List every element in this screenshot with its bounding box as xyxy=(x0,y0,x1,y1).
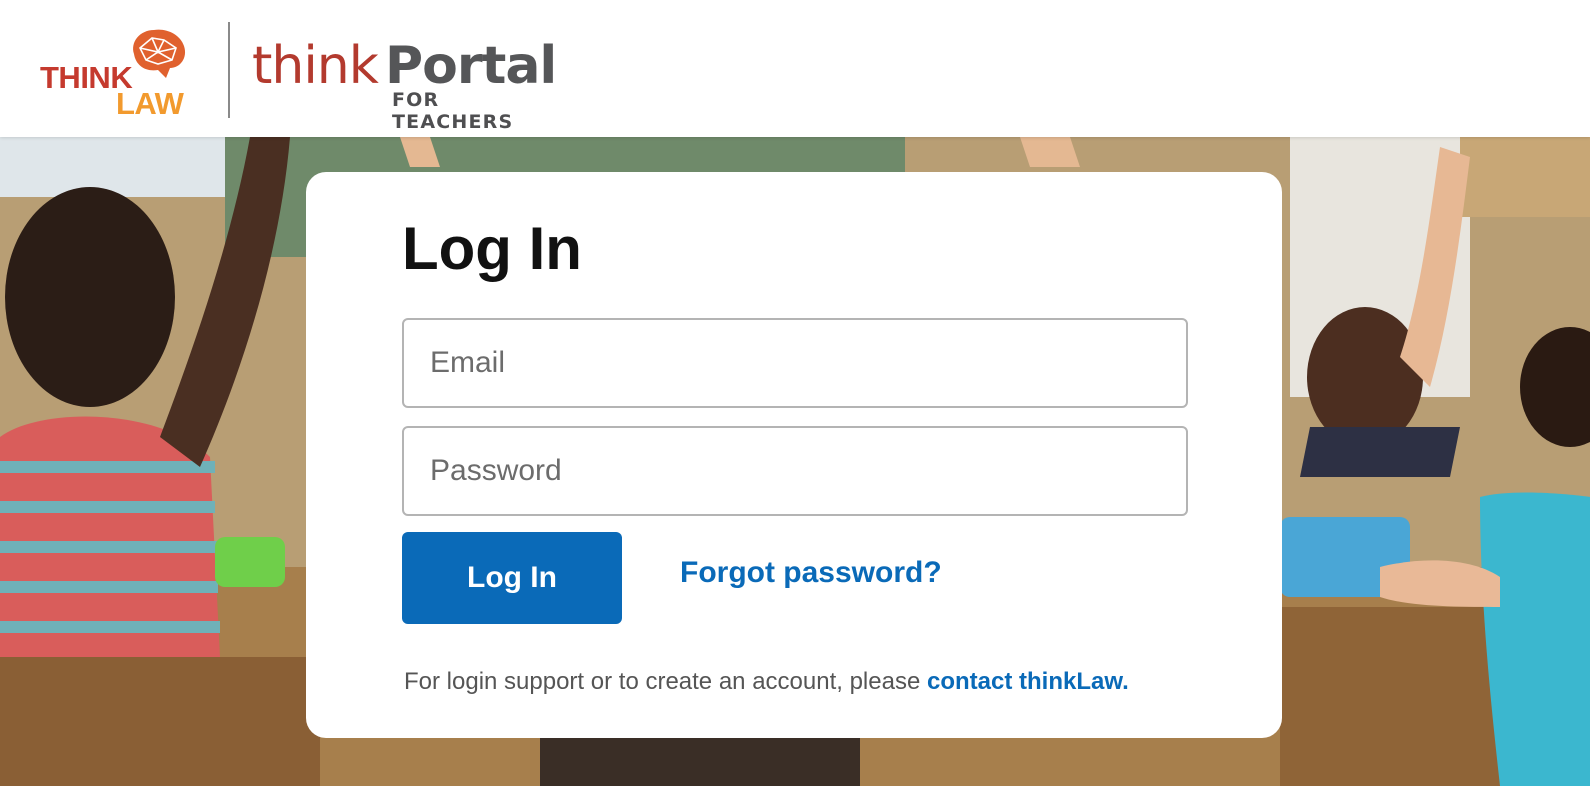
header-divider xyxy=(228,22,230,118)
site-header: THINK LAW think Portal FOR TEACHERS xyxy=(0,0,1590,137)
support-text: For login support or to create an accoun… xyxy=(404,668,927,695)
thinklaw-logo[interactable]: THINK LAW xyxy=(40,26,190,121)
portal-portal-text: Portal xyxy=(385,36,557,96)
thinkportal-logo[interactable]: think Portal FOR TEACHERS xyxy=(252,36,557,133)
portal-subtitle: FOR TEACHERS xyxy=(392,89,514,133)
logo-law-text: LAW xyxy=(116,86,184,121)
email-input[interactable] xyxy=(402,318,1188,408)
support-message: For login support or to create an accoun… xyxy=(404,668,1129,696)
contact-thinklaw-link[interactable]: contact thinkLaw. xyxy=(927,668,1129,695)
portal-think-text: think xyxy=(252,36,379,96)
login-card: Log In Log In Forgot password? For login… xyxy=(306,172,1282,738)
login-button[interactable]: Log In xyxy=(402,532,622,624)
login-title: Log In xyxy=(402,215,582,282)
brain-icon xyxy=(133,29,186,78)
password-input[interactable] xyxy=(402,426,1188,516)
forgot-password-link[interactable]: Forgot password? xyxy=(680,556,942,590)
